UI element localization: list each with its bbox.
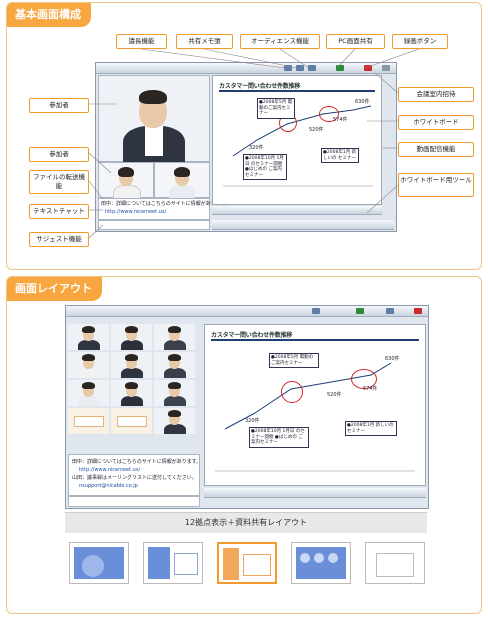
basic-layout-section: 基本画面構成 田中：詳細についてはこちらのサイトに情報があります。 http:/… bbox=[6, 2, 482, 270]
layout-chat-link-1[interactable]: http://www.nicemeet.us/ bbox=[79, 467, 140, 474]
chat-line-1: 田中：詳細についてはこちらのサイトに情報があります。 bbox=[101, 201, 231, 207]
callout-whiteboard: ホワイトボード bbox=[398, 115, 474, 130]
close-button-icon[interactable] bbox=[382, 65, 390, 71]
layout-caption: 12拠点表示＋資料共有レイアウト bbox=[184, 518, 308, 527]
participant-grid: (function(){ var g = document.currentScr… bbox=[68, 324, 198, 436]
layout-chat-line-3: 山田：議事録はメーリングリストに送付してください。 bbox=[72, 475, 197, 481]
value-label-2: 520件 bbox=[309, 127, 324, 133]
layout-whiteboard-note-3: ●2008年1月 新しいの セミナー bbox=[345, 421, 397, 436]
callout-participant-1: 参加者 bbox=[29, 98, 89, 113]
layout-chat-line-1: 田中：詳細についてはこちらのサイトに情報があります。 bbox=[72, 459, 202, 465]
memo-button-icon[interactable] bbox=[296, 65, 304, 71]
chat-link-1[interactable]: http://www.nicemeet.us/ bbox=[105, 209, 166, 216]
participant-tile-2 bbox=[111, 324, 152, 350]
value-label-4: 630件 bbox=[355, 99, 370, 105]
layout-suggest-input[interactable] bbox=[68, 496, 200, 507]
layout-option-4[interactable] bbox=[291, 542, 351, 584]
participant-tile-10 bbox=[68, 408, 109, 434]
callout-suggest: サジェスト機能 bbox=[29, 232, 89, 247]
layout-chat-area[interactable]: 田中：詳細についてはこちらのサイトに情報があります。 http://www.ni… bbox=[68, 454, 202, 496]
layout-option-5[interactable] bbox=[365, 542, 425, 584]
layout-whiteboard-note-1: ●2008年5月 電動のご案内セミナー bbox=[269, 353, 319, 368]
layout-red-circle-1 bbox=[281, 381, 303, 403]
participant-tile-5 bbox=[111, 352, 152, 378]
layout-whiteboard-area[interactable]: カスタマー問い合わせ件数推移 320件 520件 574件 630件 ●2008… bbox=[204, 324, 426, 486]
callout-record: 録画ボタン bbox=[392, 34, 448, 49]
layout-bottom-toolbar[interactable] bbox=[204, 488, 426, 498]
whiteboard-toolbar[interactable] bbox=[212, 206, 382, 215]
suggest-input[interactable] bbox=[98, 220, 210, 230]
pc-share-button-icon[interactable] bbox=[336, 65, 344, 71]
layout-caption-bar: 12拠点表示＋資料共有レイアウト bbox=[65, 512, 427, 533]
bottom-toolbar[interactable] bbox=[212, 220, 394, 230]
callout-memo: 共有メモ張 bbox=[176, 34, 233, 49]
whiteboard-line-chart bbox=[223, 105, 373, 187]
layout-top-toolbar bbox=[66, 306, 428, 317]
value-label-1: 320件 bbox=[249, 145, 264, 151]
callout-invite: 会議室内招待 bbox=[398, 87, 474, 102]
callout-chair: 議長機能 bbox=[116, 34, 167, 49]
whiteboard-note-3: ●2008年1月 新しいの セミナー bbox=[321, 148, 359, 163]
participant-tile-1 bbox=[68, 324, 109, 350]
layout-option-3[interactable] bbox=[217, 542, 277, 584]
callout-wb-tools: ホワイトボード用ツール bbox=[398, 173, 474, 197]
whiteboard-note-1: ●2008年5月 電動のご案内セミナー bbox=[257, 98, 295, 119]
whiteboard-area[interactable]: カスタマー問い合わせ件数推移 320件 520件 574件 630件 ●2008… bbox=[212, 75, 382, 205]
layout-value-label-3: 574件 bbox=[363, 386, 378, 392]
callout-participant-2: 参加者 bbox=[29, 147, 89, 162]
layout-chat-link-2[interactable]: nsupport@nicable.co.jp bbox=[79, 483, 138, 490]
top-toolbar bbox=[96, 63, 396, 74]
text-chat-area[interactable]: 田中：詳細についてはこちらのサイトに情報があります。 http://www.ni… bbox=[98, 198, 230, 220]
whiteboard-note-2: ●2008年10月 1月日 のセミナー開催 ●はじめの ご案内セミナー bbox=[243, 154, 287, 180]
participant-tile-3 bbox=[154, 324, 195, 350]
callout-text-chat: テキストチャット bbox=[29, 204, 89, 219]
screen-layout-title: 画面レイアウト bbox=[7, 277, 102, 301]
participant-video-3 bbox=[154, 162, 210, 201]
layout-option-2[interactable] bbox=[143, 542, 203, 584]
layout-value-label-1: 320件 bbox=[245, 418, 260, 424]
conference-app-screen: 田中：詳細についてはこちらのサイトに情報があります。 http://www.ni… bbox=[95, 62, 397, 232]
participant-tile-7 bbox=[68, 380, 109, 406]
chair-button-icon[interactable] bbox=[284, 65, 292, 71]
participant-tile-6 bbox=[154, 352, 195, 378]
layout-value-label-4: 630件 bbox=[385, 356, 400, 362]
participant-tile-9 bbox=[154, 380, 195, 406]
participant-video-2 bbox=[98, 162, 154, 203]
callout-pc-share: PC画面共有 bbox=[326, 34, 385, 49]
layout-option-1[interactable] bbox=[69, 542, 129, 584]
participant-tile-11 bbox=[111, 408, 152, 434]
participant-tile-4 bbox=[68, 352, 109, 378]
layout-whiteboard-line-chart bbox=[215, 362, 415, 472]
callout-audience: オーディエンス機能 bbox=[240, 34, 320, 49]
record-button-icon[interactable] bbox=[364, 65, 372, 71]
layout-value-label-2: 520件 bbox=[327, 392, 342, 398]
callout-file-transfer: ファイルの転送機能 bbox=[29, 170, 89, 194]
audience-button-icon[interactable] bbox=[308, 65, 316, 71]
screen-layout-section: 画面レイアウト (function(){ var g = document.cu… bbox=[6, 276, 482, 614]
value-label-3: 574件 bbox=[333, 117, 348, 123]
basic-layout-title: 基本画面構成 bbox=[7, 3, 91, 27]
layout-whiteboard-note-2: ●2008年10月 1月日 のセミナー開催 ●はじめの ご案内セミナー bbox=[249, 427, 309, 448]
main-participant-video bbox=[98, 75, 210, 166]
layout-app-screen: (function(){ var g = document.currentScr… bbox=[65, 305, 429, 509]
participant-tile-8 bbox=[111, 380, 152, 406]
callout-video: 動画配信機能 bbox=[398, 142, 474, 157]
participant-tile-12 bbox=[154, 408, 195, 434]
